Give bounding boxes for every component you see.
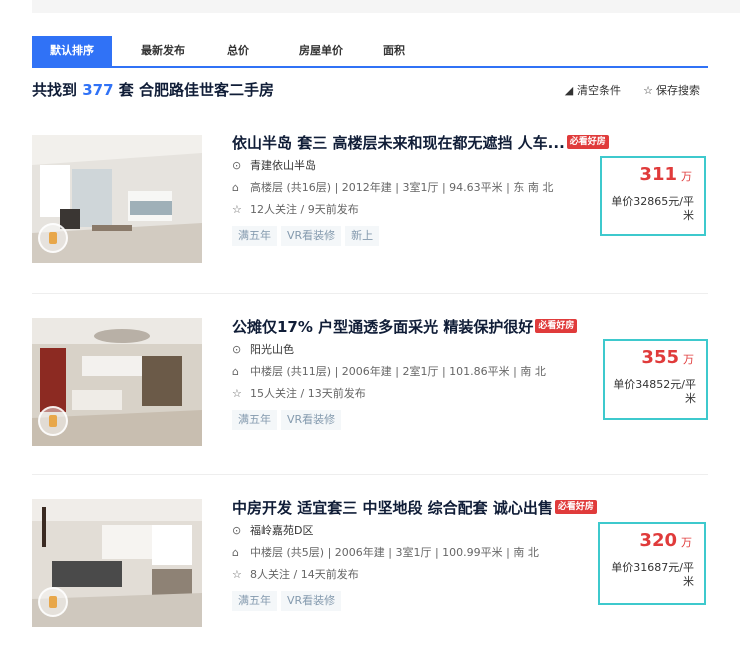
tab-unit-price[interactable]: 房屋单价 bbox=[284, 36, 358, 66]
total-price-value: 320 bbox=[639, 530, 677, 551]
community-row[interactable]: ⊙ 阳光山色 bbox=[232, 340, 632, 360]
star-outline-icon: ☆ bbox=[232, 387, 242, 400]
clear-filters-label: 清空条件 bbox=[577, 84, 621, 97]
summary-prefix: 共找到 bbox=[32, 81, 78, 99]
total-price-unit: 万 bbox=[681, 536, 692, 549]
eraser-icon: ◢ bbox=[564, 84, 574, 97]
listing-info: 依山半岛 套三 高楼层未来和现在都无遮挡 人车... 必看好房 ⊙ 青建依山半岛 ⌂… bbox=[232, 132, 632, 246]
listing-photo[interactable] bbox=[32, 499, 202, 627]
tab-default-sort[interactable]: 默认排序 bbox=[32, 36, 112, 66]
listing-title[interactable]: 公摊仅17% 户型通透多面采光 精装保护很好 必看好房 bbox=[232, 316, 632, 338]
follow-info: 8人关注 / 14天前发布 bbox=[250, 568, 359, 581]
must-see-badge: 必看好房 bbox=[566, 134, 609, 149]
clear-filters-button[interactable]: ◢ 清空条件 bbox=[563, 82, 621, 98]
tag: VR看装修 bbox=[281, 410, 342, 430]
tag: VR看装修 bbox=[281, 226, 342, 246]
total-price: 320 万 bbox=[639, 530, 692, 551]
community-name: 阳光山色 bbox=[250, 343, 294, 356]
sort-tabs: 默认排序 最新发布 总价 房屋单价 面积 bbox=[32, 36, 708, 68]
listing-info: 公摊仅17% 户型通透多面采光 精装保护很好 必看好房 ⊙ 阳光山色 ⌂ 中楼层 (共… bbox=[232, 316, 632, 430]
listing-item[interactable]: 中房开发 适宜套三 中坚地段 综合配套 诚心出售 必看好房 ⊙ 福岭嘉苑D区 ⌂ 中楼… bbox=[32, 475, 708, 656]
house-info-row: ⌂ 中楼层 (共11层) | 2006年建 | 2室1厅 | 101.86平米 |… bbox=[232, 362, 632, 382]
follow-info: 15人关注 / 13天前发布 bbox=[250, 387, 366, 400]
tag: 满五年 bbox=[232, 226, 277, 246]
price-box: 355 万 单价34852元/平米 bbox=[603, 339, 708, 420]
unit-price: 单价32865元/平米 bbox=[611, 195, 694, 222]
save-search-button[interactable]: ☆ 保存搜索 bbox=[642, 82, 700, 98]
house-icon: ⌂ bbox=[232, 181, 239, 194]
location-pin-icon: ⊙ bbox=[232, 343, 242, 356]
community-name: 青建依山半岛 bbox=[250, 159, 316, 172]
follow-info: 12人关注 / 9天前发布 bbox=[250, 203, 359, 216]
listing-title-text: 中房开发 适宜套三 中坚地段 综合配套 诚心出售 bbox=[232, 499, 553, 517]
location-pin-icon: ⊙ bbox=[232, 524, 242, 537]
listing-title[interactable]: 中房开发 适宜套三 中坚地段 综合配套 诚心出售 必看好房 bbox=[232, 497, 632, 519]
follow-info-row: ☆ 8人关注 / 14天前发布 bbox=[232, 565, 632, 585]
listing-info: 中房开发 适宜套三 中坚地段 综合配套 诚心出售 必看好房 ⊙ 福岭嘉苑D区 ⌂ 中楼… bbox=[232, 497, 632, 611]
tag: VR看装修 bbox=[281, 591, 342, 611]
house-icon: ⌂ bbox=[232, 365, 239, 378]
total-price-unit: 万 bbox=[683, 353, 694, 366]
listing-item[interactable]: 公摊仅17% 户型通透多面采光 精装保护很好 必看好房 ⊙ 阳光山色 ⌂ 中楼层 (共… bbox=[32, 294, 708, 474]
tag-list: 满五年 VR看装修 bbox=[232, 589, 632, 611]
result-count: 377 bbox=[82, 81, 114, 99]
total-price: 311 万 bbox=[639, 164, 692, 185]
tab-area[interactable]: 面积 bbox=[372, 36, 416, 66]
house-info-row: ⌂ 中楼层 (共5层) | 2006年建 | 3室1厅 | 100.99平米 | … bbox=[232, 543, 632, 563]
must-see-badge: 必看好房 bbox=[535, 318, 578, 333]
total-price: 355 万 bbox=[641, 347, 694, 368]
house-icon: ⌂ bbox=[232, 546, 239, 559]
vr-badge-icon bbox=[38, 406, 68, 436]
house-info: 高楼层 (共16层) | 2012年建 | 3室1厅 | 94.63平米 | 东… bbox=[250, 181, 554, 194]
unit-price: 单价31687元/平米 bbox=[611, 561, 694, 588]
tag: 满五年 bbox=[232, 410, 277, 430]
unit-price: 单价34852元/平米 bbox=[613, 378, 696, 405]
listing-item[interactable]: 依山半岛 套三 高楼层未来和现在都无遮挡 人车... 必看好房 ⊙ 青建依山半岛 ⌂… bbox=[32, 118, 708, 293]
star-outline-icon: ☆ bbox=[232, 568, 242, 581]
listing-title-text: 公摊仅17% 户型通透多面采光 精装保护很好 bbox=[232, 318, 534, 336]
vr-badge-icon bbox=[38, 223, 68, 253]
total-price-unit: 万 bbox=[681, 170, 692, 183]
result-summary: 共找到 377 套 合肥路佳世客二手房 bbox=[32, 79, 274, 100]
tag: 新上 bbox=[345, 226, 380, 246]
community-name: 福岭嘉苑D区 bbox=[250, 524, 314, 537]
listing-photo[interactable] bbox=[32, 135, 202, 263]
house-info: 中楼层 (共11层) | 2006年建 | 2室1厅 | 101.86平米 | … bbox=[250, 365, 546, 378]
tag-list: 满五年 VR看装修 新上 bbox=[232, 224, 632, 246]
tag: 满五年 bbox=[232, 591, 277, 611]
top-filter-bar bbox=[32, 0, 740, 13]
follow-info-row: ☆ 12人关注 / 9天前发布 bbox=[232, 200, 632, 220]
tab-total-price[interactable]: 总价 bbox=[216, 36, 260, 66]
total-price-value: 355 bbox=[641, 347, 679, 368]
tab-latest[interactable]: 最新发布 bbox=[126, 36, 200, 66]
price-box: 311 万 单价32865元/平米 bbox=[600, 156, 706, 236]
listing-photo[interactable] bbox=[32, 318, 202, 446]
listing-title[interactable]: 依山半岛 套三 高楼层未来和现在都无遮挡 人车... 必看好房 bbox=[232, 132, 632, 154]
community-row[interactable]: ⊙ 福岭嘉苑D区 bbox=[232, 521, 632, 541]
vr-badge-icon bbox=[38, 587, 68, 617]
house-info: 中楼层 (共5层) | 2006年建 | 3室1厅 | 100.99平米 | 南… bbox=[250, 546, 539, 559]
listing-title-text: 依山半岛 套三 高楼层未来和现在都无遮挡 人车... bbox=[232, 134, 565, 152]
total-price-value: 311 bbox=[639, 164, 677, 185]
community-row[interactable]: ⊙ 青建依山半岛 bbox=[232, 156, 632, 176]
location-pin-icon: ⊙ bbox=[232, 159, 242, 172]
tag-list: 满五年 VR看装修 bbox=[232, 408, 632, 430]
star-outline-icon: ☆ bbox=[232, 203, 242, 216]
star-outline-icon: ☆ bbox=[643, 84, 653, 97]
price-box: 320 万 单价31687元/平米 bbox=[598, 522, 706, 605]
house-info-row: ⌂ 高楼层 (共16层) | 2012年建 | 3室1厅 | 94.63平米 | … bbox=[232, 178, 632, 198]
follow-info-row: ☆ 15人关注 / 13天前发布 bbox=[232, 384, 632, 404]
must-see-badge: 必看好房 bbox=[554, 499, 597, 514]
summary-suffix: 套 合肥路佳世客二手房 bbox=[118, 81, 275, 99]
save-search-label: 保存搜索 bbox=[656, 84, 700, 97]
